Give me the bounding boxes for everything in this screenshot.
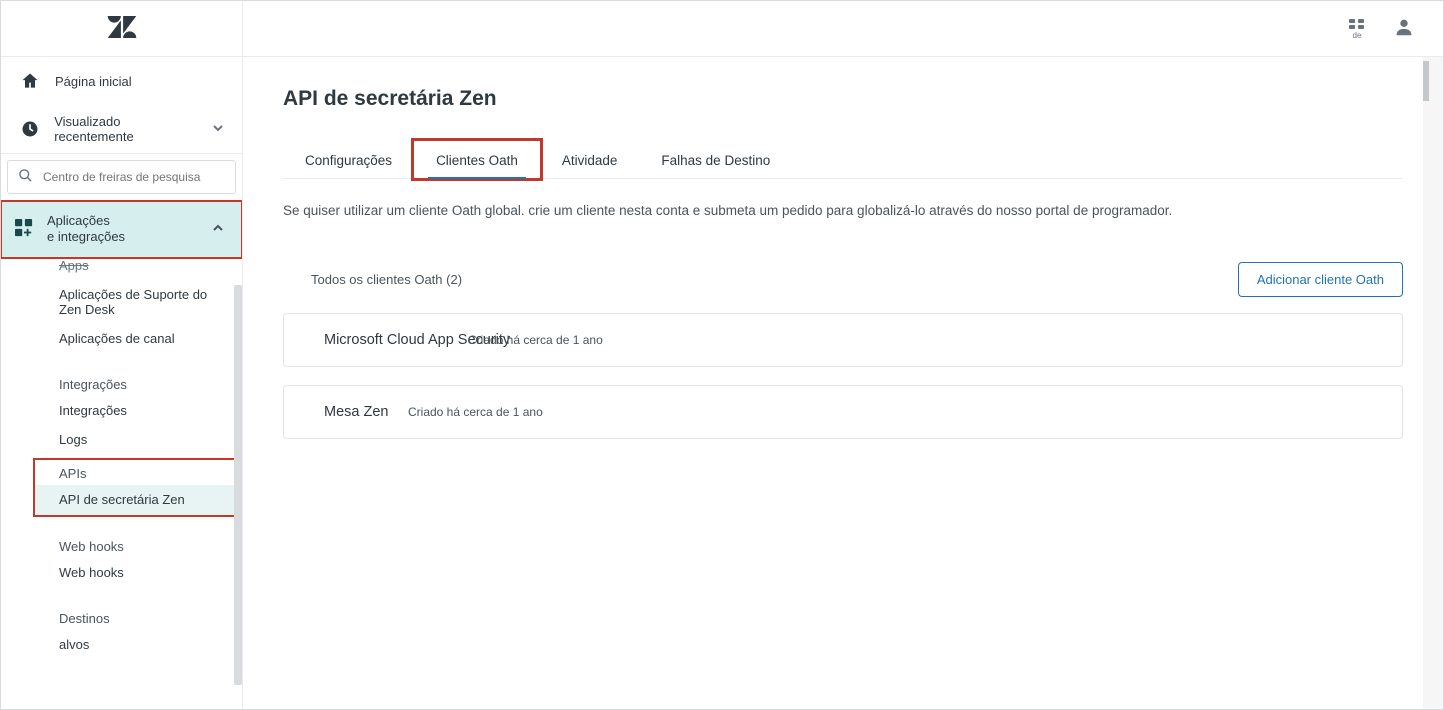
tabs: Configurações Clientes Oath Atividade Fa… — [283, 141, 1403, 179]
sidebar-scrollbar-thumb[interactable] — [234, 285, 242, 685]
sidebar-group-apis: APIs — [35, 460, 242, 485]
sidebar-subitem-webhooks[interactable]: Web hooks — [1, 558, 242, 587]
tab-oauth-clients[interactable]: Clientes Oath — [414, 141, 540, 178]
page-description: Se quiser utilizar um cliente Oath globa… — [283, 203, 1403, 218]
sidebar-subitem-targets[interactable]: alvos — [1, 630, 242, 659]
sidebar-subitem-logs[interactable]: Logs — [1, 425, 242, 454]
apps-switcher-button[interactable]: de — [1349, 17, 1365, 40]
sidebar-item-recent[interactable]: Visualizado recentemente — [1, 105, 242, 153]
chevron-down-icon — [212, 122, 224, 137]
oauth-client-meta: Criado há cerca de 1 ano — [408, 405, 543, 419]
search-input[interactable] — [43, 170, 225, 184]
page-title: API de secretária Zen — [283, 87, 1403, 111]
user-avatar-icon[interactable] — [1393, 16, 1415, 41]
zendesk-logo-icon — [107, 16, 137, 41]
main-content: API de secretária Zen Configurações Clie… — [243, 1, 1443, 709]
oauth-list-header: Todos os clientes Oath (2) Adicionar cli… — [283, 262, 1403, 297]
topbar-right: de — [1349, 16, 1423, 41]
sidebar-search[interactable] — [7, 160, 236, 194]
home-icon — [19, 70, 41, 92]
sidebar-subitem-zen-api[interactable]: API de secretária Zen — [35, 485, 242, 515]
sidebar-section-label: Aplicaçõese integrações — [47, 213, 125, 246]
sidebar-subitem-support-apps[interactable]: Aplicações de Suporte do Zen Desk — [1, 280, 242, 324]
oauth-client-meta: Criado há cerca de 1 ano — [468, 333, 603, 347]
topbar-brand-area — [1, 1, 243, 56]
sidebar-group-webhooks: Web hooks — [1, 529, 242, 558]
oauth-client-row[interactable]: Mesa Zen Criado há cerca de 1 ano — [283, 385, 1403, 439]
add-oauth-client-button[interactable]: Adicionar cliente Oath — [1238, 262, 1403, 297]
oauth-client-row[interactable]: Microsoft Cloud App Security Criado há c… — [283, 313, 1403, 367]
tab-settings[interactable]: Configurações — [283, 141, 414, 178]
outer-scrollbar-track[interactable] — [1429, 1, 1443, 709]
sidebar-item-home[interactable]: Página inicial — [1, 57, 242, 105]
tab-activity[interactable]: Atividade — [540, 141, 640, 178]
sidebar-subitem-integrations[interactable]: Integrações — [1, 396, 242, 425]
topbar: de — [1, 1, 1443, 57]
sidebar: Página inicial Visualizado recentemente — [1, 1, 243, 709]
sidebar-section-apps-integrations[interactable]: Aplicaçõese integrações — [1, 201, 242, 258]
sidebar-group-integrations: Integrações — [1, 367, 242, 396]
apps-grid-icon — [15, 219, 33, 240]
chevron-up-icon — [212, 222, 224, 237]
search-icon — [18, 168, 33, 186]
sidebar-subitem-apps-partial[interactable]: Apps — [1, 258, 242, 280]
sidebar-apis-highlight-box: APIs API de secretária Zen — [35, 460, 242, 515]
apps-switcher-caption: de — [1349, 32, 1365, 40]
sidebar-subitem-channel-apps[interactable]: Aplicações de canal — [1, 324, 242, 353]
clock-icon — [19, 118, 40, 140]
sidebar-group-targets: Destinos — [1, 601, 242, 630]
sidebar-search-wrap — [1, 153, 242, 201]
tab-target-failures[interactable]: Falhas de Destino — [639, 141, 792, 178]
sidebar-item-label: Página inicial — [55, 74, 132, 89]
oauth-count-label: Todos os clientes Oath (2) — [311, 272, 462, 287]
sidebar-item-label: Visualizado recentemente — [54, 114, 198, 144]
